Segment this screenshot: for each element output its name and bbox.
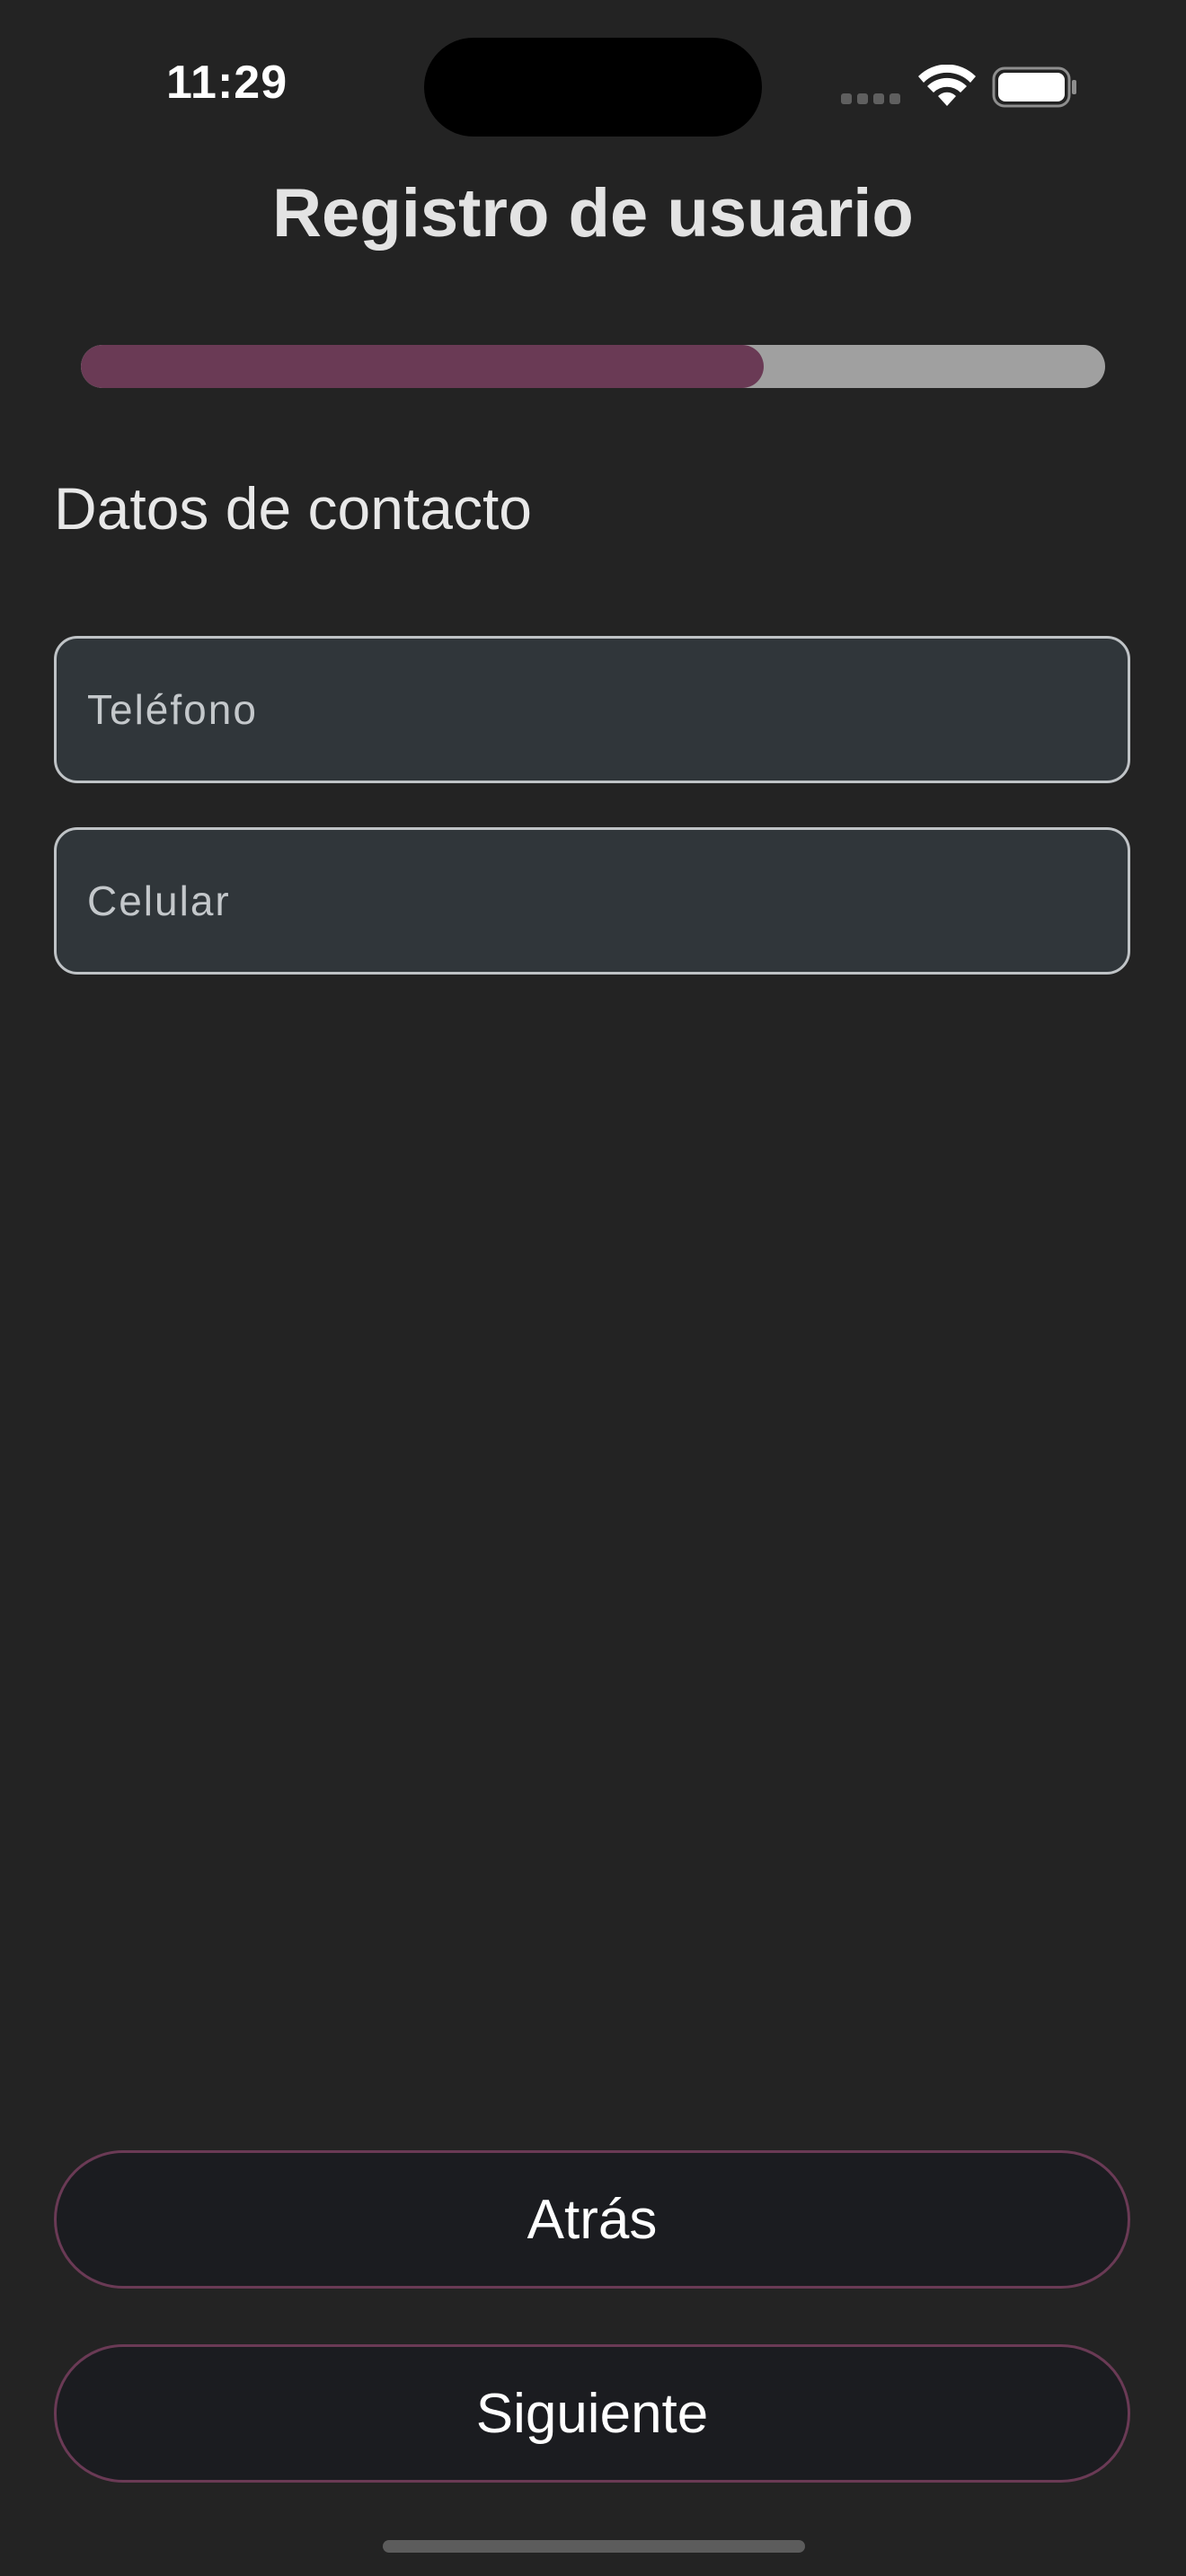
registration-progress-bar — [81, 345, 1105, 388]
wifi-icon — [918, 65, 976, 106]
dynamic-island — [424, 38, 762, 137]
page-title: Registro de usuario — [272, 175, 914, 251]
home-indicator — [383, 2540, 805, 2553]
phone-field[interactable] — [54, 636, 1130, 783]
progress-fill — [81, 345, 765, 388]
status-time: 11:29 — [166, 57, 288, 109]
mobile-field[interactable] — [54, 827, 1130, 975]
battery-icon — [992, 66, 1076, 108]
next-button[interactable]: Siguiente — [54, 2344, 1130, 2483]
signal-dots-icon — [841, 93, 902, 106]
registration-screen: 11:29 Registro de usuario Datos de conta… — [0, 0, 1186, 2576]
back-button[interactable]: Atrás — [54, 2150, 1130, 2289]
section-title: Datos de contacto — [54, 475, 532, 542]
